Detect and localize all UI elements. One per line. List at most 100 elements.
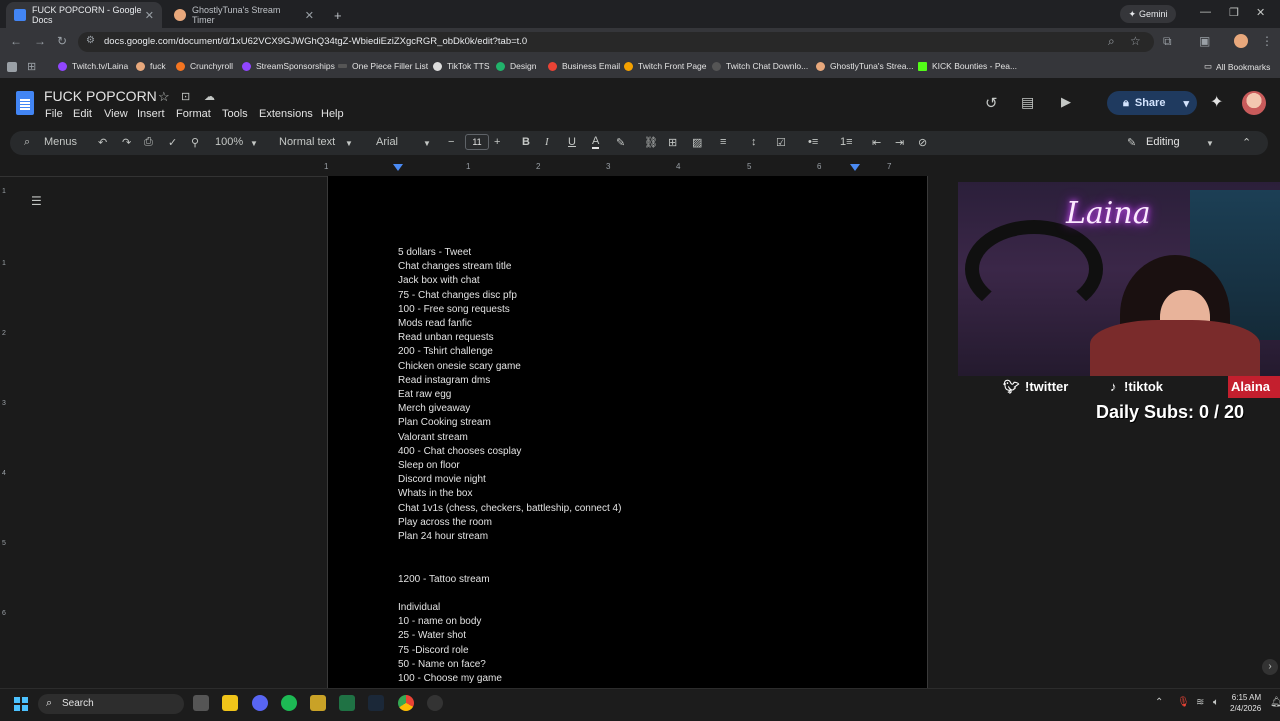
undo-icon[interactable]: ↶ <box>98 136 107 149</box>
chevron-down-icon[interactable]: ▾ <box>1183 97 1189 110</box>
menu-help[interactable]: Help <box>321 108 344 120</box>
side-panel-icon[interactable]: ▣ <box>1199 34 1210 48</box>
insert-image-icon[interactable]: ▨ <box>692 136 702 149</box>
bold-icon[interactable]: B <box>522 136 530 148</box>
bookmark-item[interactable]: fuck <box>136 61 166 71</box>
right-indent-marker[interactable] <box>850 164 860 171</box>
clear-formatting-icon[interactable]: ⊘ <box>918 136 927 149</box>
url-text[interactable]: docs.google.com/document/d/1xU62VCX9GJWG… <box>104 36 527 47</box>
underline-icon[interactable]: U <box>568 136 576 148</box>
comments-icon[interactable]: ▤ <box>1021 94 1034 111</box>
gemini-button[interactable]: ✦ Gemini <box>1120 5 1176 23</box>
link-icon[interactable]: ⛓ <box>644 136 658 149</box>
task-view-icon[interactable] <box>193 695 209 711</box>
forward-icon[interactable]: → <box>34 34 46 48</box>
numbered-list-icon[interactable]: 1≡ <box>840 136 853 148</box>
restore-button[interactable]: ❐ <box>1229 6 1239 19</box>
collapse-menu-icon[interactable]: ⌃ <box>1242 136 1251 149</box>
profile-avatar[interactable] <box>1234 34 1248 48</box>
doc-line[interactable]: 5 dollars - Tweet <box>398 247 471 259</box>
zoom-icon[interactable]: ⌕ <box>1108 34 1115 49</box>
docs-logo-icon[interactable] <box>16 91 34 115</box>
share-button[interactable]: 🔒︎ Share ▾ <box>1107 91 1197 115</box>
doc-line[interactable]: Read unban requests <box>398 332 494 344</box>
volume-icon[interactable]: 🔈︎ <box>1213 697 1219 708</box>
doc-line[interactable]: Discord movie night <box>398 474 486 486</box>
bookmark-star-icon[interactable]: ☆ <box>1130 34 1141 48</box>
spotify-icon[interactable] <box>281 695 297 711</box>
bookmark-item[interactable]: Twitch.tv/Laina <box>58 61 128 71</box>
doc-line[interactable]: Chat changes stream title <box>398 261 511 273</box>
back-icon[interactable]: ← <box>10 34 22 48</box>
tab-search-icon[interactable] <box>7 62 17 72</box>
chevron-down-icon[interactable]: ▼ <box>345 139 353 148</box>
file-explorer-icon[interactable] <box>222 695 238 711</box>
side-panel-toggle-icon[interactable]: › <box>1262 659 1278 675</box>
menu-insert[interactable]: Insert <box>137 108 165 120</box>
tab-google-docs[interactable]: FUCK POPCORN - Google Docs ✕ <box>6 2 162 28</box>
menus-search[interactable]: Menus <box>44 136 77 148</box>
doc-line[interactable]: Chicken onesie scary game <box>398 361 521 373</box>
menu-file[interactable]: File <box>45 108 63 120</box>
editing-mode-select[interactable]: Editing <box>1146 136 1180 148</box>
bookmark-item[interactable]: Business Email <box>548 61 620 71</box>
font-size-input[interactable]: 11 <box>465 134 489 150</box>
add-comment-icon[interactable]: ⊞ <box>668 136 677 149</box>
bookmark-item[interactable]: Crunchyroll <box>176 61 233 71</box>
new-tab-button[interactable]: + <box>326 2 346 28</box>
close-window-button[interactable]: ✕ <box>1256 6 1265 19</box>
extensions-icon[interactable]: ⧉ <box>1163 34 1172 49</box>
minimize-button[interactable]: — <box>1200 6 1211 18</box>
doc-line[interactable]: Whats in the box <box>398 488 472 500</box>
style-select[interactable]: Normal text <box>279 136 335 148</box>
chevron-down-icon[interactable]: ▼ <box>1206 139 1214 148</box>
doc-line[interactable]: 25 - Water shot <box>398 630 466 642</box>
bookmark-item[interactable]: GhostlyTuna's Strea... <box>816 61 914 71</box>
doc-line[interactable]: Chat 1v1s (chess, checkers, battleship, … <box>398 503 621 515</box>
bookmark-item[interactable]: StreamSponsorships <box>242 61 335 71</box>
highlight-icon[interactable]: ✎ <box>616 136 625 149</box>
doc-line[interactable]: Merch giveaway <box>398 403 470 415</box>
increase-font-size-button[interactable]: + <box>494 136 500 148</box>
doc-line[interactable]: Valorant stream <box>398 432 468 444</box>
bookmark-item[interactable]: Design <box>496 61 536 71</box>
reload-icon[interactable]: ↻ <box>57 34 67 48</box>
tab-stream-timer[interactable]: GhostlyTuna's Stream Timer ✕ <box>166 2 322 28</box>
bookmark-item[interactable]: KICK Bounties - Pea... <box>918 61 1017 71</box>
doc-line[interactable]: 50 - Name on face? <box>398 659 486 671</box>
doc-line[interactable]: 1200 - Tattoo stream <box>398 574 490 586</box>
menu-extensions[interactable]: Extensions <box>259 108 313 120</box>
all-bookmarks-button[interactable]: ▭ All Bookmarks <box>1204 61 1270 72</box>
line-spacing-icon[interactable]: ↕ <box>751 136 757 148</box>
account-avatar[interactable] <box>1242 91 1266 115</box>
doc-line[interactable]: Eat raw egg <box>398 389 451 401</box>
menu-edit[interactable]: Edit <box>73 108 92 120</box>
decrease-indent-icon[interactable]: ⇤ <box>872 136 881 149</box>
app-icon[interactable] <box>310 695 326 711</box>
zoom-select[interactable]: 100% <box>215 136 243 148</box>
menu-format[interactable]: Format <box>176 108 211 120</box>
print-icon[interactable]: ⎙ <box>144 136 153 149</box>
text-color-icon[interactable]: A <box>592 136 600 149</box>
search-icon[interactable]: ⌕ <box>24 136 30 149</box>
bookmark-item[interactable]: TikTok TTS <box>433 61 490 71</box>
browser-menu-icon[interactable]: ⋮ <box>1261 34 1273 48</box>
discord-icon[interactable] <box>252 695 268 711</box>
chevron-down-icon[interactable]: ▼ <box>250 139 258 148</box>
doc-line[interactable]: Plan Cooking stream <box>398 417 491 429</box>
decrease-font-size-button[interactable]: − <box>448 136 454 148</box>
menu-tools[interactable]: Tools <box>222 108 248 120</box>
apps-grid-icon[interactable]: ⊞ <box>27 60 36 73</box>
version-history-icon[interactable]: ↺ <box>985 94 998 112</box>
align-icon[interactable]: ≡ <box>720 136 726 148</box>
chevron-down-icon[interactable]: ▼ <box>423 139 431 148</box>
taskbar-clock[interactable]: 6:15 AM 2/4/2026 <box>1230 692 1261 714</box>
doc-line[interactable]: 75 - Chat changes disc pfp <box>398 290 517 302</box>
windows-start-icon[interactable] <box>14 697 28 711</box>
excel-icon[interactable] <box>339 695 355 711</box>
increase-indent-icon[interactable]: ⇥ <box>895 136 904 149</box>
doc-line[interactable]: 400 - Chat chooses cosplay <box>398 446 521 458</box>
bookmark-item[interactable]: Twitch Front Page <box>624 61 707 71</box>
chrome-icon[interactable] <box>398 695 414 711</box>
doc-line[interactable]: Jack box with chat <box>398 275 480 287</box>
